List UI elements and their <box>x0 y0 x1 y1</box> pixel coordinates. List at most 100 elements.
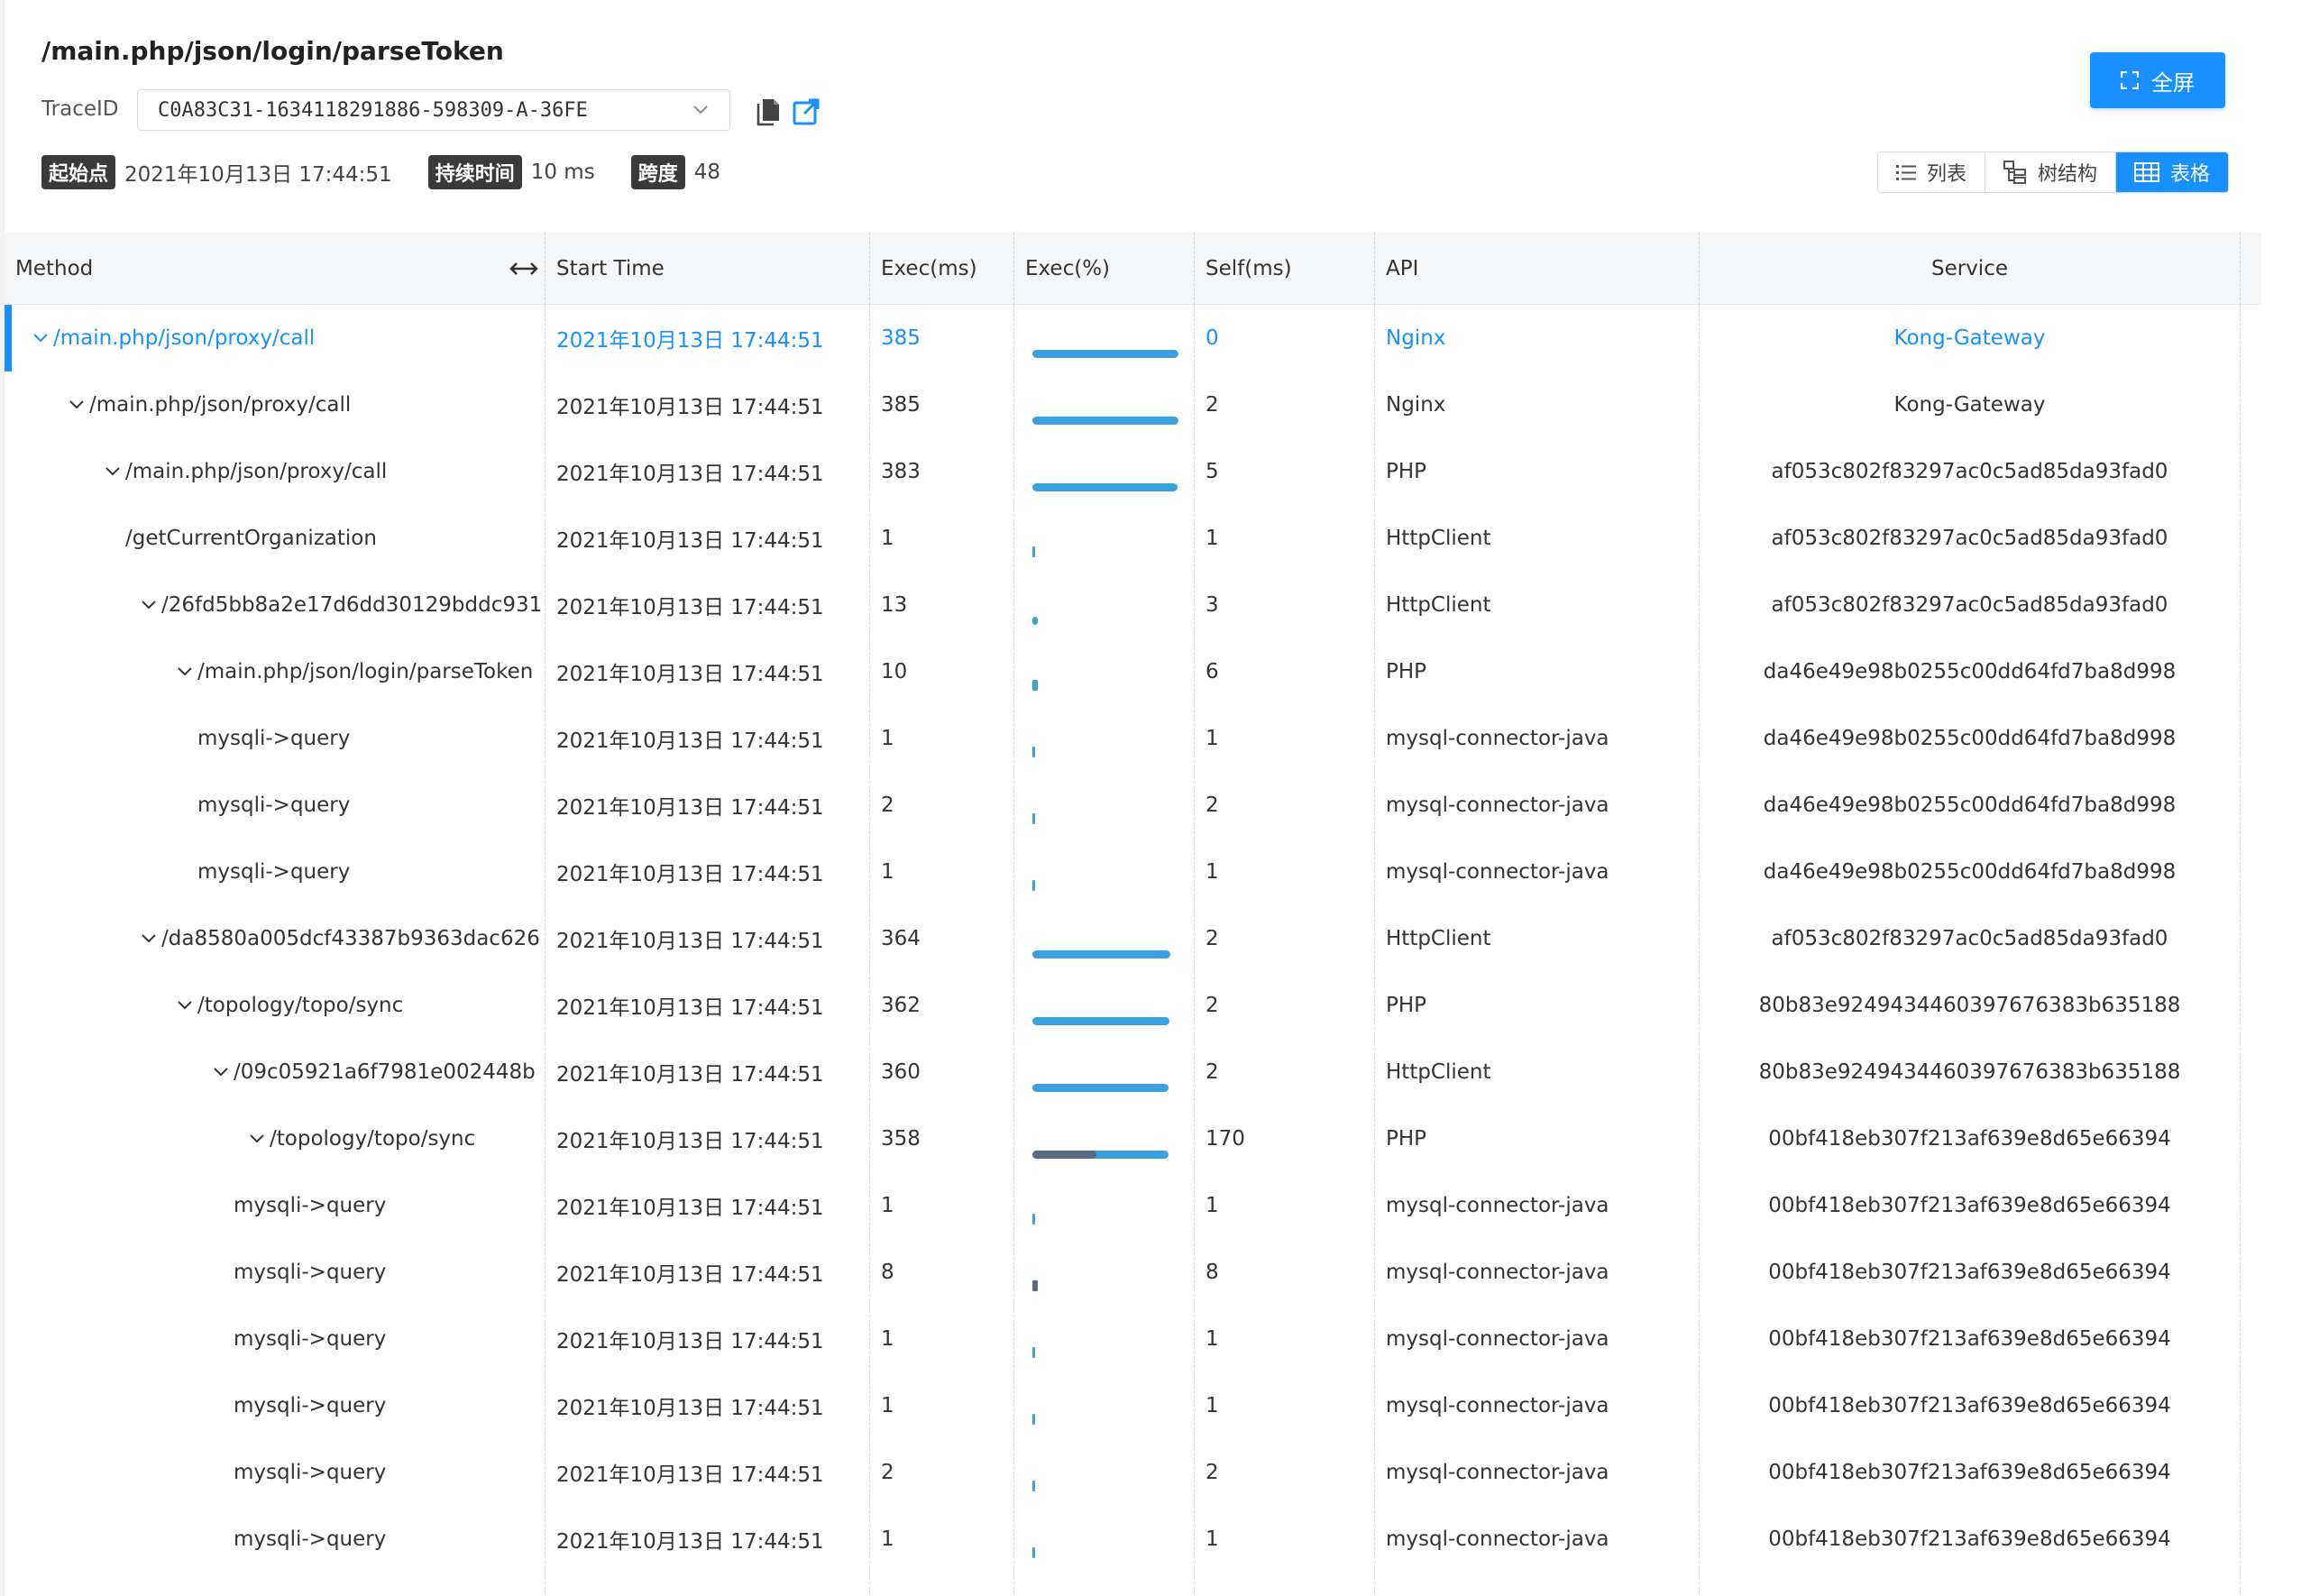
expand-caret-icon[interactable] <box>104 463 122 481</box>
cell-service: 00bf418eb307f213af639e8d65e66394 <box>1700 1506 2241 1573</box>
expand-caret-icon[interactable] <box>32 329 50 347</box>
cell-start-time: 2021年10月13日 17:44:51 <box>545 1439 870 1506</box>
cell-exec-pct <box>1014 1439 1195 1506</box>
exec-bar <box>1032 1017 1169 1025</box>
table-row[interactable]: /main.php/json/proxy/call 2021年10月13日 17:… <box>5 305 2261 371</box>
col-exec-pct-label: Exec(%) <box>1025 257 1111 280</box>
cell-exec-ms: 1 <box>870 1372 1014 1439</box>
col-exec-ms[interactable]: Exec(ms) <box>870 233 1014 305</box>
cell-api-text: mysql-connector-java <box>1386 727 1609 750</box>
cell-method: mysqli->query <box>5 1573 545 1596</box>
view-list-button[interactable]: 列表 <box>1878 152 1986 192</box>
cell-start-time: 2021年10月13日 17:44:51 <box>545 371 870 438</box>
cell-service: Kong-Gateway <box>1700 371 2241 438</box>
table-row[interactable]: mysqli->query 2021年10月13日 17:44:51 2 2 mysql… <box>5 1439 2261 1506</box>
cell-exec-ms-text: 2 <box>881 793 894 817</box>
table-icon <box>2134 162 2160 182</box>
table-row[interactable]: mysqli->query 2021年10月13日 17:44:51 8 8 mysql… <box>5 1239 2261 1306</box>
cell-exec-ms: 385 <box>870 371 1014 438</box>
view-tree-button[interactable]: 树结构 <box>1985 152 2117 192</box>
cell-self-ms-text: 1 <box>1206 1394 1219 1417</box>
cell-self-ms-text: 0 <box>1206 326 1219 350</box>
cell-self-ms: 6 <box>1195 638 1375 705</box>
cell-exec-ms: 1 <box>870 705 1014 772</box>
cell-exec-ms: 383 <box>870 438 1014 505</box>
view-table-button[interactable]: 表格 <box>2116 152 2229 192</box>
table-row[interactable]: mysqli->query2021年10月13日 17:44:5111mysql… <box>5 1306 2261 1372</box>
external-link-icon[interactable] <box>792 97 820 126</box>
table-row[interactable]: /main.php/json/proxy/call 2021年10月13日 17:… <box>5 371 2261 438</box>
cell-exec-ms: 360 <box>870 1039 1014 1105</box>
cell-service-text: Kong-Gateway <box>1893 393 2046 417</box>
column-resize-icon[interactable] <box>508 256 540 281</box>
trace-id-label: TraceID <box>41 97 119 121</box>
cell-service: 00bf418eb307f213af639e8d65e66394 <box>1700 1439 2241 1506</box>
table-row[interactable]: mysqli->query2021年10月13日 17:44:5111mysql… <box>5 1573 2261 1596</box>
cell-start-time: 2021年10月13日 17:44:51 <box>545 305 870 371</box>
table-row[interactable]: /26fd5bb8a2e17d6dd30129bddc931 2021年10月13… <box>5 572 2261 638</box>
cell-exec-ms: 358 <box>870 1105 1014 1172</box>
cell-exec-ms-text: 10 <box>881 660 908 683</box>
table-row[interactable]: mysqli->query2021年10月13日 17:44:5111mysql… <box>5 705 2261 772</box>
table-row[interactable]: /getCurrentOrganization 2021年10月13日 17:44… <box>5 505 2261 572</box>
fullscreen-button[interactable]: 全屏 <box>2090 52 2225 108</box>
cell-start-time-text: 2021年10月13日 17:44:51 <box>556 596 824 619</box>
cell-api: mysql-connector-java <box>1375 1306 1700 1372</box>
cell-self-ms-text: 1 <box>1206 1194 1219 1217</box>
expand-caret-icon[interactable] <box>212 1063 230 1081</box>
col-start-time[interactable]: Start Time <box>545 233 870 305</box>
col-exec-pct[interactable]: Exec(%) <box>1014 233 1195 305</box>
chevron-down-icon <box>693 105 708 115</box>
cell-exec-pct <box>1014 438 1195 505</box>
cell-start-time-text: 2021年10月13日 17:44:51 <box>556 1591 824 1596</box>
copy-icon[interactable] <box>756 97 781 126</box>
cell-service-text: af053c802f83297ac0c5ad85da93fad0 <box>1771 460 2168 483</box>
table-row[interactable]: /09c05921a6f7981e002448b 2021年10月13日 17:4… <box>5 1039 2261 1105</box>
cell-exec-ms-text: 362 <box>881 994 921 1017</box>
cell-start-time-text: 2021年10月13日 17:44:51 <box>556 1063 824 1087</box>
table-row[interactable]: /main.php/json/proxy/call 2021年10月13日 17:… <box>5 438 2261 505</box>
cell-service-text: 00bf418eb307f213af639e8d65e66394 <box>1768 1261 2171 1284</box>
exec-bar <box>1032 350 1178 358</box>
table-row[interactable]: mysqli->query2021年10月13日 17:44:5111mysql… <box>5 1372 2261 1439</box>
cell-method: /getCurrentOrganization <box>5 505 545 572</box>
table-header: Method Start Time Exec(ms) Exec(%) Self(… <box>5 233 2261 305</box>
table-row[interactable]: /main.php/json/login/parseToken 2021年10月1… <box>5 638 2261 705</box>
cell-start-time-text: 2021年10月13日 17:44:51 <box>556 729 824 753</box>
col-self-ms[interactable]: Self(ms) <box>1195 233 1375 305</box>
cell-start-time-text: 2021年10月13日 17:44:51 <box>556 1463 824 1487</box>
col-method[interactable]: Method <box>5 233 545 305</box>
cell-api-text: PHP <box>1386 660 1427 683</box>
table-row[interactable]: mysqli->query2021年10月13日 17:44:5111mysql… <box>5 1172 2261 1239</box>
method-text: /getCurrentOrganization <box>125 527 377 550</box>
table-row[interactable]: mysqli->query2021年10月13日 17:44:5111mysql… <box>5 1506 2261 1573</box>
expand-caret-icon[interactable] <box>140 930 158 948</box>
cell-self-ms: 1 <box>1195 839 1375 905</box>
exec-bar-tick <box>1032 813 1035 824</box>
cell-exec-ms: 385 <box>870 305 1014 371</box>
table-row[interactable]: /topology/topo/sync 2021年10月13日 17:44:51 3… <box>5 1105 2261 1172</box>
cell-method: /da8580a005dcf43387b9363dac626 <box>5 905 545 972</box>
cell-start-time: 2021年10月13日 17:44:51 <box>545 839 870 905</box>
cell-exec-pct <box>1014 1039 1195 1105</box>
cell-method: /main.php/json/login/parseToken <box>5 638 545 705</box>
cell-self-ms-text: 2 <box>1206 994 1219 1017</box>
cell-api-text: PHP <box>1386 1127 1427 1151</box>
table-row[interactable]: mysqli->query 2021年10月13日 17:44:51 2 2 mysql… <box>5 772 2261 839</box>
cell-exec-ms: 8 <box>870 1239 1014 1306</box>
cell-exec-pct <box>1014 905 1195 972</box>
expand-caret-icon[interactable] <box>176 663 194 681</box>
table-row[interactable]: mysqli->query2021年10月13日 17:44:5111mysql… <box>5 839 2261 905</box>
col-service[interactable]: Service <box>1700 233 2241 305</box>
expand-caret-icon[interactable] <box>140 596 158 614</box>
col-api[interactable]: API <box>1375 233 1700 305</box>
table-row[interactable]: /da8580a005dcf43387b9363dac626 2021年10月13… <box>5 905 2261 972</box>
trace-id-select[interactable]: C0A83C31-1634118291886-598309-A-36FE <box>137 89 730 131</box>
expand-caret-icon[interactable] <box>248 1130 266 1148</box>
cell-api: mysql-connector-java <box>1375 1573 1700 1596</box>
expand-caret-icon[interactable] <box>176 996 194 1014</box>
method-content: mysqli->query <box>15 1527 386 1551</box>
expand-caret-icon[interactable] <box>68 396 86 414</box>
cell-exec-ms-text: 13 <box>881 593 908 617</box>
table-row[interactable]: /topology/topo/sync 2021年10月13日 17:44:51 3… <box>5 972 2261 1039</box>
